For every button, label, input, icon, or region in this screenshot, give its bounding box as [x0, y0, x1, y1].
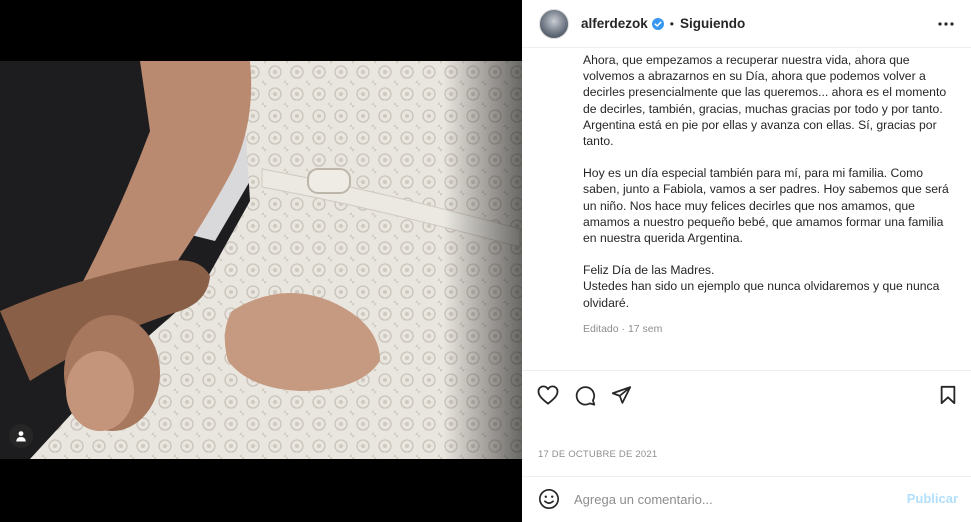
divider: [522, 370, 971, 371]
heart-icon: [537, 385, 559, 405]
more-options-button[interactable]: [935, 13, 957, 35]
caption-paragraph: Hoy es un día especial también para mí, …: [583, 166, 949, 246]
edited-timestamp[interactable]: Editado · 17 sem: [583, 323, 662, 335]
emoji-button[interactable]: [538, 488, 560, 510]
post-photo[interactable]: [0, 61, 522, 459]
share-icon: [611, 386, 631, 404]
post-details-panel: alferdezok • Siguiendo Ahora, que empeza…: [522, 0, 971, 522]
comment-icon: [575, 385, 595, 406]
action-bar: [522, 380, 971, 410]
comment-bar: Publicar: [522, 477, 971, 522]
verified-badge-icon: [651, 17, 664, 30]
caption-paragraph: Ahora, que empezamos a recuperar nuestra…: [583, 53, 947, 149]
instagram-post-modal: alferdezok • Siguiendo Ahora, que empeza…: [0, 0, 971, 522]
user-tag-button[interactable]: [9, 424, 33, 448]
avatar[interactable]: [539, 8, 569, 39]
save-button[interactable]: [936, 383, 960, 407]
post-photo-illustration: [0, 61, 522, 459]
share-button[interactable]: [609, 383, 633, 407]
more-options-icon: [938, 22, 954, 26]
like-button[interactable]: [536, 383, 560, 407]
post-header: alferdezok • Siguiendo: [522, 0, 971, 48]
username-link[interactable]: alferdezok: [581, 16, 648, 31]
post-caption: Ahora, que empezamos a recuperar nuestra…: [583, 52, 955, 327]
post-date[interactable]: 17 DE OCTUBRE DE 2021: [538, 449, 657, 460]
post-media: [0, 0, 522, 522]
publish-button[interactable]: Publicar: [907, 491, 958, 506]
caption-paragraph: Feliz Día de las Madres. Ustedes han sid…: [583, 263, 940, 310]
bookmark-icon: [940, 385, 956, 405]
comment-input[interactable]: [574, 488, 904, 510]
user-tag-icon: [16, 431, 26, 442]
header-separator: •: [669, 16, 674, 31]
comment-button[interactable]: [573, 383, 597, 407]
following-button[interactable]: Siguiendo: [680, 16, 745, 31]
emoji-icon: [539, 489, 559, 509]
